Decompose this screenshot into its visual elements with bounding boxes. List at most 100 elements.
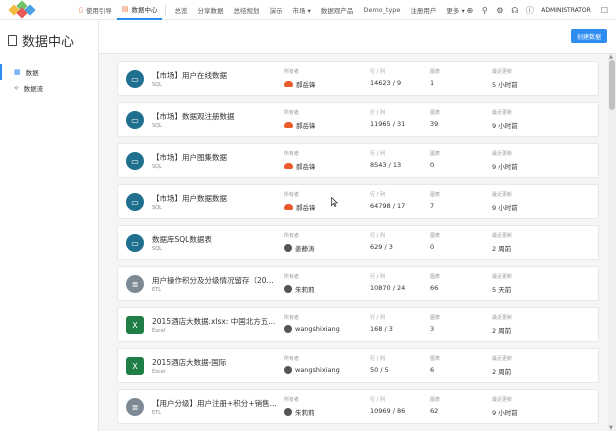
charts-label: 图表 — [430, 315, 441, 321]
main-content: 创建数据 ▭ 【市场】用户在线数据 SQL 所有者 郝岳锋行 / 列 14623 / 9图… — [98, 21, 616, 431]
scroll-down-icon[interactable]: ▼ — [609, 425, 613, 431]
dataset-card[interactable]: ▭ 数据库SQL数据表 SQL 所有者 姜静涛 行 / 列 629 / 3 图表 0 最近更新 2 … — [117, 225, 599, 260]
dataset-name[interactable]: 【市场】用户数据数据 — [152, 193, 280, 204]
updated-label: 最近更新 — [492, 151, 513, 157]
etl-icon: ≣ — [126, 275, 144, 293]
nav-item[interactable]: 总览 — [169, 0, 192, 20]
nav-item[interactable]: 总结规划 — [228, 0, 264, 20]
mouse-cursor-icon — [331, 197, 338, 207]
updated-value: 9 小时前 — [492, 163, 518, 171]
chat-icon[interactable]: ☐ — [601, 6, 608, 15]
updated-value: 2 周前 — [492, 368, 512, 376]
dataset-name[interactable]: 【用户分级】用户注册+积分+销售... — [152, 398, 280, 409]
create-data-button[interactable]: 创建数据 — [570, 29, 607, 43]
nav-item[interactable]: 市场 ▾ — [287, 0, 315, 20]
charts-label: 图表 — [430, 110, 441, 116]
updated-column: 最近更新 9 小时前 — [492, 191, 518, 212]
charts-label: 图表 — [430, 69, 441, 75]
add-icon[interactable]: ⊕ — [465, 6, 474, 15]
updated-value: 5 天前 — [492, 286, 512, 294]
charts-label: 图表 — [430, 233, 441, 239]
nav-item[interactable]: 演示 — [264, 0, 287, 20]
dataset-type: SQL — [152, 246, 162, 252]
charts-column: 图表 6 — [430, 355, 440, 374]
sidebar-item-dataflow[interactable]: ⟡ 数据流 — [0, 80, 98, 96]
charts-value: 0 — [430, 161, 435, 169]
owner-label: 所有者 — [284, 356, 300, 362]
updated-value: 9 小时前 — [492, 409, 518, 417]
dataset-card[interactable]: ▭ 【市场】数据观注册数据 SQL 所有者 郝岳锋 行 / 列 11965 / 31 图表 39… — [117, 102, 599, 137]
sidebar-item-data[interactable]: ▦ 数据 — [0, 64, 98, 80]
support-icon[interactable]: ☊ — [510, 6, 519, 15]
rows-column: 行 / 列 10969 / 86 — [370, 396, 405, 415]
sidebar-title-text: 数据中心 — [22, 35, 75, 50]
dataset-name[interactable]: 数据库SQL数据表 — [152, 234, 280, 245]
settings-icon[interactable]: ⚙ — [495, 6, 504, 15]
dataset-card[interactable]: ▭ 【市场】用户数据数据 SQL 所有者 郝岳锋 行 / 列 64798 / 17 图表 7 最近… — [117, 184, 599, 219]
owner-name: 姜静涛 — [295, 245, 315, 253]
excel-icon: X — [126, 316, 144, 334]
dataset-name[interactable]: 用户操作积分及分级情况留存（20... — [152, 275, 280, 286]
nav-item[interactable]: ▤ 数据中心 — [116, 0, 163, 20]
owner-column: 所有者 朱莉莉 — [284, 273, 315, 294]
dataset-card[interactable]: X 2015酒店大数据-国际 Excel 所有者 wangshixiang 行 / 列 50… — [117, 348, 599, 383]
updated-value: 2 周前 — [492, 245, 512, 253]
dataset-name[interactable]: 【市场】用户图集数据 — [152, 152, 280, 163]
avatar-icon — [284, 366, 292, 374]
owner-label: 所有者 — [284, 233, 300, 239]
owner-label: 所有者 — [284, 274, 300, 280]
scrollbar[interactable]: ▲ ▼ — [608, 54, 616, 431]
dataset-card[interactable]: ≣ 用户操作积分及分级情况留存（20... ETL 所有者 朱莉莉 行 / 列 10870 … — [117, 266, 599, 301]
dataset-card[interactable]: X 2015酒店大数据.xlsx: 中国北方五... Excel 所有者 wangshi… — [117, 307, 599, 342]
charts-value: 1 — [430, 79, 435, 87]
nav-item[interactable]: ▯ 使用引导 — [74, 0, 117, 20]
document-icon — [8, 35, 17, 46]
owner-label: 所有者 — [284, 110, 300, 116]
updated-label: 最近更新 — [492, 69, 513, 75]
dataset-card[interactable]: ▭ 【市场】用户在线数据 SQL 所有者 郝岳锋 行 / 列 14623 / 9 图表 1 最近更… — [117, 61, 599, 96]
charts-value: 39 — [430, 120, 439, 128]
charts-value: 3 — [430, 325, 435, 333]
nav-item-label: 分享数据 — [197, 6, 224, 15]
charts-label: 图表 — [430, 192, 441, 198]
charts-label: 图表 — [430, 151, 441, 157]
owner-column: 所有者 郝岳锋 — [284, 150, 316, 171]
nav-right-tools: ⊕ ⚲ ⚙ ☊ ⓘ ADMINISTRATOR ☐ — [462, 0, 616, 20]
updated-column: 最近更新 5 天前 — [492, 273, 512, 294]
nav-item-label: 演示 — [269, 6, 283, 15]
charts-label: 图表 — [430, 356, 441, 362]
nav-item[interactable]: 数据观产品 — [316, 0, 359, 20]
rows-label: 行 / 列 — [370, 233, 385, 239]
rows-label: 行 / 列 — [370, 110, 385, 116]
rows-label: 行 / 列 — [370, 69, 385, 75]
dataset-name[interactable]: 【市场】数据观注册数据 — [152, 111, 280, 122]
rows-column: 行 / 列 64798 / 17 — [370, 191, 405, 210]
owner-column: 所有者 wangshixiang — [284, 355, 340, 374]
logo[interactable] — [6, 0, 46, 20]
charts-label: 图表 — [430, 274, 441, 280]
updated-column: 最近更新 9 小时前 — [492, 150, 518, 171]
nav-item[interactable]: 注册用户 — [405, 0, 441, 20]
dataset-card[interactable]: ▭ 【市场】用户图集数据 SQL 所有者 郝岳锋 行 / 列 8543 / 13 图表 0 最近更… — [117, 143, 599, 178]
cloud-icon — [284, 163, 293, 169]
nav-item[interactable]: 分享数据 — [192, 0, 228, 20]
help-icon[interactable]: ⓘ — [525, 5, 534, 16]
search-icon[interactable]: ⚲ — [480, 6, 489, 15]
user-name[interactable]: ADMINISTRATOR — [541, 7, 591, 14]
cloud-icon — [284, 204, 293, 210]
owner-name: wangshixiang — [295, 325, 340, 333]
scroll-thumb[interactable] — [609, 60, 615, 110]
nav-item-label: 总结规划 — [233, 6, 260, 15]
dataset-name[interactable]: 【市场】用户在线数据 — [152, 70, 280, 81]
dataset-card[interactable]: ≣ 【用户分级】用户注册+积分+销售... ETL 所有者 朱莉莉 行 / 列 10969 … — [117, 389, 599, 424]
owner-name: 郝岳锋 — [296, 204, 316, 212]
table-icon: ▦ — [14, 68, 21, 76]
rows-column: 行 / 列 11965 / 31 — [370, 109, 405, 128]
rows-column: 行 / 列 14623 / 9 — [370, 68, 401, 87]
nav-item[interactable]: Demo_type — [358, 0, 405, 20]
owner-label: 所有者 — [284, 315, 300, 321]
avatar-icon — [284, 408, 292, 416]
dataset-name[interactable]: 2015酒店大数据-国际 — [152, 357, 280, 368]
dataset-name[interactable]: 2015酒店大数据.xlsx: 中国北方五... — [152, 316, 280, 327]
owner-column: 所有者 郝岳锋 — [284, 191, 316, 212]
